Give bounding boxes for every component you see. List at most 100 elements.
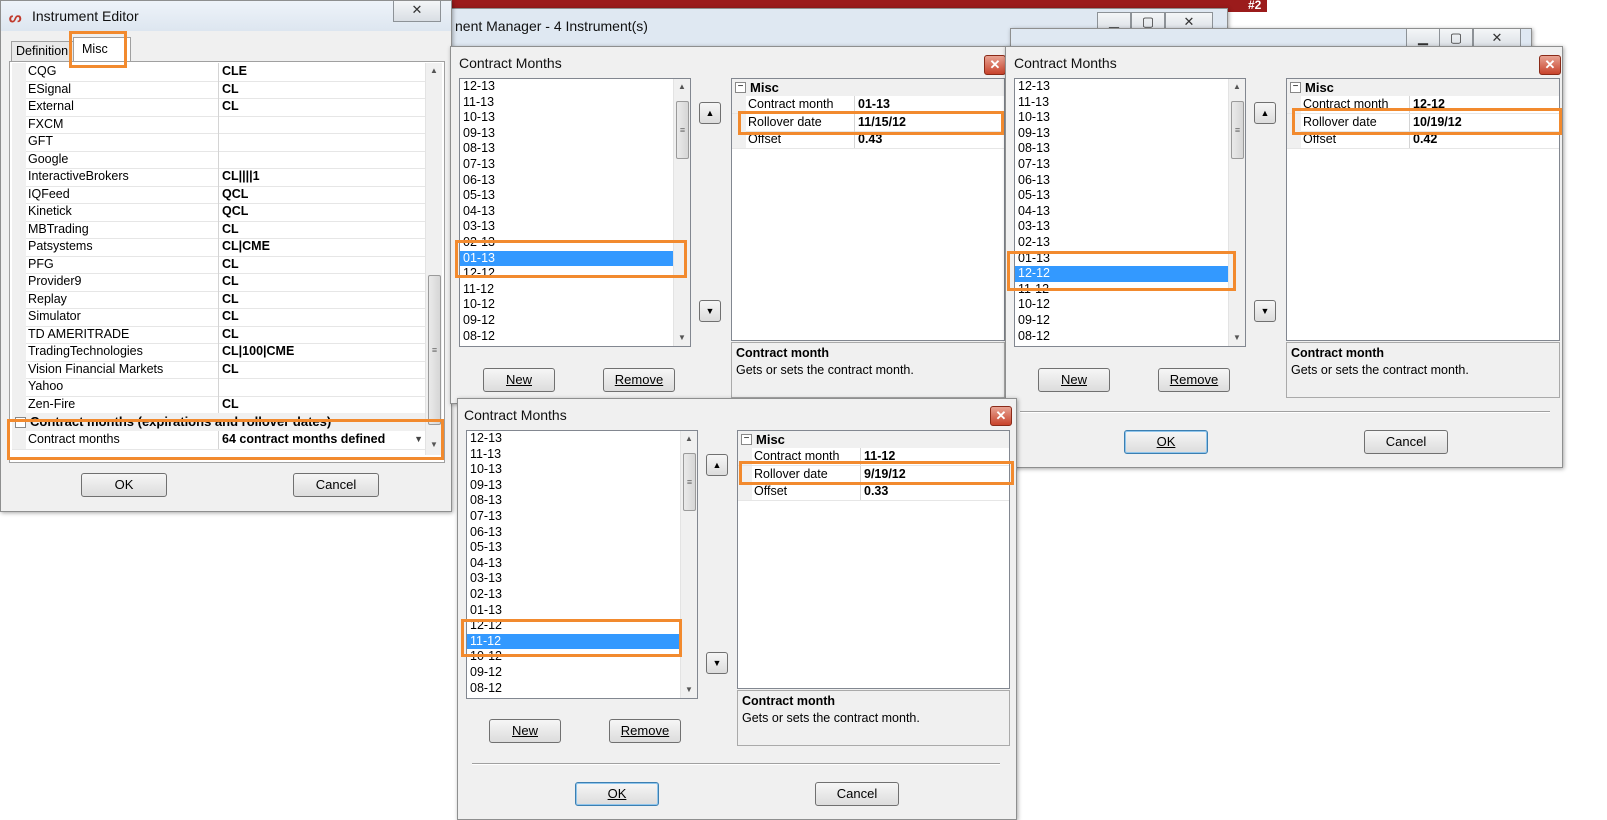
move-down-button[interactable]: ▼	[1254, 300, 1276, 322]
new-button[interactable]: New	[489, 719, 561, 743]
misc-category[interactable]: − Misc	[1287, 79, 1559, 96]
list-item[interactable]: 11-13	[460, 95, 690, 111]
list-item[interactable]: 07-13	[467, 509, 697, 525]
provider-row[interactable]: InteractiveBrokers CL||||1	[12, 168, 425, 187]
list-item[interactable]: 12-12	[460, 266, 690, 282]
remove-button[interactable]: Remove	[609, 719, 681, 743]
collapse-icon[interactable]: −	[15, 417, 26, 428]
list-item[interactable]: 05-13	[467, 540, 697, 556]
provider-row[interactable]: Google	[12, 150, 425, 169]
property-row[interactable]: Rollover date 10/19/12	[1287, 113, 1559, 132]
list-item[interactable]: 08-12	[467, 681, 697, 697]
provider-row[interactable]: ESignal CL	[12, 80, 425, 99]
provider-row[interactable]: TD AMERITRADE CL	[12, 325, 425, 344]
list-item[interactable]: 09-13	[467, 478, 697, 494]
list-item[interactable]: 10-13	[467, 462, 697, 478]
list-item[interactable]: 02-13	[1015, 235, 1245, 251]
move-down-button[interactable]: ▼	[699, 300, 721, 322]
scroll-thumb[interactable]: ≡	[428, 275, 441, 425]
property-row[interactable]: Offset 0.33	[738, 483, 1009, 501]
list-item[interactable]: 09-12	[460, 313, 690, 329]
cancel-button[interactable]: Cancel	[1364, 430, 1448, 454]
scroll-down-icon[interactable]: ▼	[426, 437, 442, 453]
scroll-up-icon[interactable]: ▲	[426, 63, 442, 79]
property-row[interactable]: Contract month 01-13	[732, 96, 1004, 114]
list-item[interactable]: 08-12	[1015, 329, 1245, 345]
scroll-up-icon[interactable]: ▲	[674, 79, 690, 95]
list-item[interactable]: 03-13	[1015, 219, 1245, 235]
list-item[interactable]: 06-13	[1015, 173, 1245, 189]
provider-row[interactable]: GFT	[12, 133, 425, 152]
list-item[interactable]: 12-13	[1015, 79, 1245, 95]
list-item[interactable]: 08-13	[467, 493, 697, 509]
scroll-down-icon[interactable]: ▼	[681, 682, 697, 698]
list-item[interactable]: 08-13	[460, 141, 690, 157]
close-icon[interactable]: ✕	[393, 1, 441, 22]
list-item[interactable]: 07-13	[1015, 157, 1245, 173]
scroll-thumb[interactable]: ≡	[1231, 101, 1244, 159]
list-item[interactable]: 10-13	[1015, 110, 1245, 126]
list-item[interactable]: 06-13	[460, 173, 690, 189]
list-item[interactable]: 10-12	[467, 649, 697, 665]
contract-month-list[interactable]: 12-13 11-13 10-13 09-13 08-13 07-13 06-13 05-13…	[459, 78, 691, 347]
provider-row[interactable]: Provider9 CL	[12, 273, 425, 292]
misc-category[interactable]: − Misc	[738, 431, 1009, 448]
provider-row[interactable]: Kinetick QCL	[12, 203, 425, 222]
list-item[interactable]: 03-13	[460, 219, 690, 235]
provider-grid-scrollbar[interactable]: ▲ ≡ ▼	[425, 63, 442, 455]
provider-row[interactable]: Replay CL	[12, 290, 425, 309]
list-item[interactable]: 11-13	[1015, 95, 1245, 111]
list-item[interactable]: 01-13	[460, 250, 690, 267]
ok-button[interactable]: OK	[1124, 430, 1208, 454]
ok-button[interactable]: OK	[81, 473, 167, 497]
list-item[interactable]: 11-12	[467, 633, 697, 650]
cancel-button[interactable]: Cancel	[815, 782, 899, 806]
remove-button[interactable]: Remove	[1158, 368, 1230, 392]
list-item[interactable]: 09-12	[467, 665, 697, 681]
scroll-thumb[interactable]: ≡	[683, 453, 696, 511]
contract-months-row[interactable]: Contract months 64 contract months define…	[12, 431, 425, 450]
scroll-thumb[interactable]: ≡	[676, 101, 689, 159]
tab-misc[interactable]: Misc	[73, 37, 131, 63]
list-item[interactable]: 08-12	[460, 329, 690, 345]
provider-row[interactable]: Yahoo	[12, 378, 425, 397]
list-item[interactable]: 04-13	[1015, 204, 1245, 220]
move-up-button[interactable]: ▲	[706, 454, 728, 476]
ok-button[interactable]: OK	[575, 782, 659, 806]
list-item[interactable]: 12-13	[467, 431, 697, 447]
move-down-button[interactable]: ▼	[706, 652, 728, 674]
scroll-up-icon[interactable]: ▲	[1229, 79, 1245, 95]
move-up-button[interactable]: ▲	[699, 102, 721, 124]
cancel-button[interactable]: Cancel	[293, 473, 379, 497]
list-item[interactable]: 11-12	[460, 282, 690, 298]
list-item[interactable]: 01-13	[1015, 251, 1245, 267]
provider-row[interactable]: IQFeed QCL	[12, 185, 425, 204]
close-icon[interactable]: ✕	[984, 55, 1006, 75]
misc-category[interactable]: − Misc	[732, 79, 1004, 96]
list-item[interactable]: 11-12	[1015, 282, 1245, 298]
provider-row[interactable]: PFG CL	[12, 255, 425, 274]
property-row[interactable]: Contract month 12-12	[1287, 96, 1559, 114]
list-item[interactable]: 06-13	[467, 525, 697, 541]
provider-row[interactable]: TradingTechnologies CL|100|CME	[12, 343, 425, 362]
close-icon[interactable]: ✕	[990, 406, 1012, 426]
list-item[interactable]: 04-13	[467, 556, 697, 572]
property-row[interactable]: Contract month 11-12	[738, 448, 1009, 466]
close-icon[interactable]: ✕	[1539, 55, 1561, 75]
list-item[interactable]: 09-13	[460, 126, 690, 142]
provider-row[interactable]: CQG CLE	[12, 63, 425, 82]
provider-row[interactable]: MBTrading CL	[12, 220, 425, 239]
list-scrollbar[interactable]: ▲ ≡ ▼	[1228, 79, 1245, 346]
list-scrollbar[interactable]: ▲ ≡ ▼	[673, 79, 690, 346]
new-button[interactable]: New	[483, 368, 555, 392]
list-item[interactable]: 10-12	[1015, 297, 1245, 313]
list-item[interactable]: 03-13	[467, 571, 697, 587]
contract-month-list[interactable]: 12-13 11-13 10-13 09-13 08-13 07-13 06-13 05-13…	[1014, 78, 1246, 347]
remove-button[interactable]: Remove	[603, 368, 675, 392]
provider-row[interactable]: Zen-Fire CL	[12, 395, 425, 414]
list-item[interactable]: 12-12	[467, 618, 697, 634]
list-scrollbar[interactable]: ▲ ≡ ▼	[680, 431, 697, 698]
property-row[interactable]: Rollover date 11/15/12	[732, 113, 1004, 132]
list-item[interactable]: 10-12	[460, 297, 690, 313]
list-item[interactable]: 09-13	[1015, 126, 1245, 142]
